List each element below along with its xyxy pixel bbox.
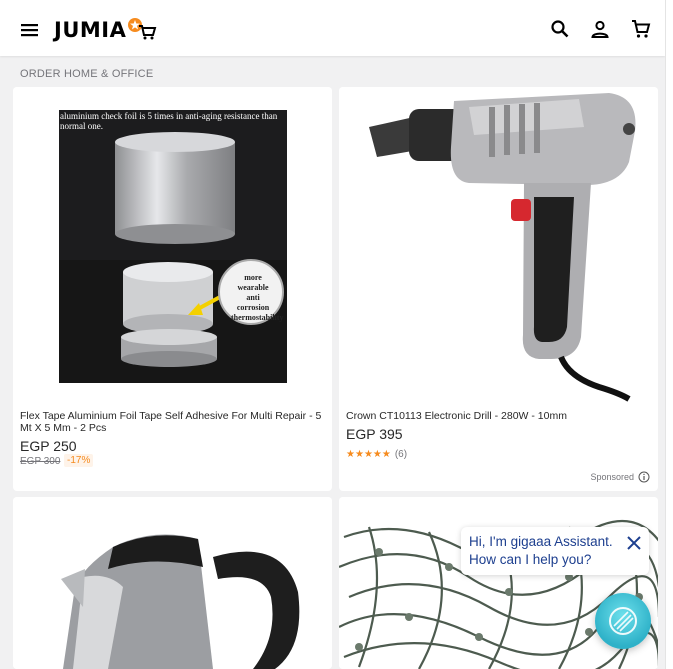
rating-count: (6) <box>394 449 408 460</box>
info-icon[interactable] <box>638 471 650 483</box>
product-image <box>339 87 658 403</box>
product-card[interactable] <box>13 497 332 669</box>
image-callout: more wearable anti corrosion thermostabi… <box>231 273 284 322</box>
jumia-logo[interactable]: JUMIA <box>54 16 157 44</box>
chat-line-1: Hi, I'm gigaaa Assistant. <box>469 534 613 549</box>
product-name[interactable]: Crown CT10113 Electronic Drill - 280W - … <box>346 410 650 422</box>
chat-line-2: How can I help you? <box>469 552 592 567</box>
scrollbar[interactable] <box>665 0 673 669</box>
account-icon[interactable] <box>588 17 612 41</box>
product-card[interactable]: Crown CT10113 Electronic Drill - 280W - … <box>339 87 658 491</box>
chat-message: Hi, I'm gigaaa Assistant. How can I help… <box>469 533 613 569</box>
product-old-price: EGP 300 <box>20 456 61 467</box>
product-image <box>13 497 332 669</box>
discount-badge: -17% <box>64 454 94 467</box>
chat-assistant-button[interactable] <box>595 593 651 649</box>
menu-icon[interactable] <box>18 18 42 42</box>
star-icon: ★ <box>372 448 382 460</box>
product-card[interactable]: aluminium check foil is 5 times in anti-… <box>13 87 332 491</box>
logo-text: JUMIA <box>54 18 127 42</box>
product-image <box>13 87 332 403</box>
rating-stars: ★ ★ ★ ★ ★ (6) <box>346 449 407 460</box>
sponsored-text: Sponsored <box>590 472 634 482</box>
product-price: EGP 395 <box>346 426 403 442</box>
cart-icon[interactable] <box>629 17 653 41</box>
star-icon: ★ <box>363 448 373 460</box>
image-caption: aluminium check foil is 5 times in anti-… <box>60 111 278 131</box>
assistant-icon <box>609 607 637 635</box>
section-title: ORDER HOME & OFFICE <box>20 68 154 80</box>
chat-assistant-bubble[interactable]: Hi, I'm gigaaa Assistant. How can I help… <box>461 527 649 575</box>
star-icon: ★ <box>381 448 391 460</box>
logo-cart-icon <box>139 25 157 40</box>
top-header: JUMIA <box>0 0 665 56</box>
sponsored-label[interactable]: Sponsored <box>590 471 650 483</box>
close-icon[interactable] <box>627 536 641 550</box>
search-icon[interactable] <box>548 17 572 41</box>
star-icon: ★ <box>354 448 364 460</box>
star-icon: ★ <box>346 448 355 460</box>
product-name[interactable]: Flex Tape Aluminium Foil Tape Self Adhes… <box>20 410 324 434</box>
product-price: EGP 250 <box>20 438 77 454</box>
